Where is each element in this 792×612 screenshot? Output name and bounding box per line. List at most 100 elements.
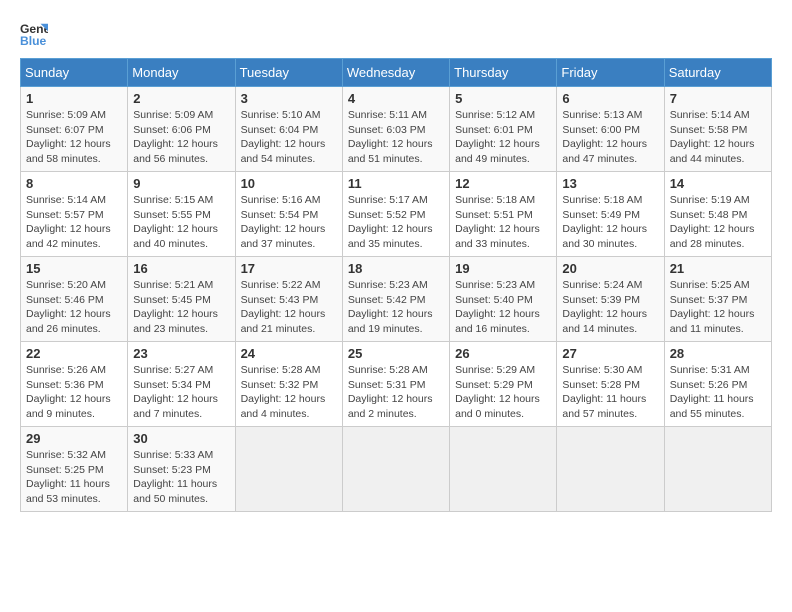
- day-info: Sunrise: 5:24 AM Sunset: 5:39 PM Dayligh…: [562, 278, 658, 337]
- day-cell-18: 18Sunrise: 5:23 AM Sunset: 5:42 PM Dayli…: [342, 257, 449, 342]
- day-info: Sunrise: 5:17 AM Sunset: 5:52 PM Dayligh…: [348, 193, 444, 252]
- day-cell-9: 9 Sunrise: 5:15 AM Sunset: 5:55 PM Daylig…: [128, 172, 235, 257]
- day-info: Sunrise: 5:28 AM Sunset: 5:32 PM Dayligh…: [241, 363, 337, 422]
- header-sunday: Sunday: [21, 59, 128, 87]
- day-cell-14: 14 Sunrise: 5:19 AM Sunset: 5:48 PM Dayli…: [664, 172, 771, 257]
- day-info: Sunrise: 5:21 AM Sunset: 5:45 PM Dayligh…: [133, 278, 229, 337]
- day-cell-7: 7 Sunrise: 5:14 AM Sunset: 5:58 PM Daylig…: [664, 87, 771, 172]
- day-number: 21: [670, 261, 766, 276]
- day-number: 6: [562, 91, 658, 106]
- day-info: Sunrise: 5:29 AM Sunset: 5:29 PM Dayligh…: [455, 363, 551, 422]
- day-info: Sunrise: 5:30 AM Sunset: 5:28 PM Dayligh…: [562, 363, 658, 422]
- calendar-week-5: 29 Sunrise: 5:32 AM Sunset: 5:25 PM Dayli…: [21, 427, 772, 512]
- day-info: Sunrise: 5:16 AM Sunset: 5:54 PM Dayligh…: [241, 193, 337, 252]
- header-thursday: Thursday: [450, 59, 557, 87]
- day-number: 5: [455, 91, 551, 106]
- calendar-week-2: 8Sunrise: 5:14 AM Sunset: 5:57 PM Daylig…: [21, 172, 772, 257]
- day-number: 26: [455, 346, 551, 361]
- day-info: Sunrise: 5:11 AM Sunset: 6:03 PM Dayligh…: [348, 108, 444, 167]
- day-cell-27: 27 Sunrise: 5:30 AM Sunset: 5:28 PM Dayli…: [557, 342, 664, 427]
- header-friday: Friday: [557, 59, 664, 87]
- day-info: Sunrise: 5:26 AM Sunset: 5:36 PM Dayligh…: [26, 363, 122, 422]
- calendar-week-4: 22Sunrise: 5:26 AM Sunset: 5:36 PM Dayli…: [21, 342, 772, 427]
- day-cell-29: 29 Sunrise: 5:32 AM Sunset: 5:25 PM Dayli…: [21, 427, 128, 512]
- calendar-table: SundayMondayTuesdayWednesdayThursdayFrid…: [20, 58, 772, 512]
- empty-cell: [664, 427, 771, 512]
- day-info: Sunrise: 5:20 AM Sunset: 5:46 PM Dayligh…: [26, 278, 122, 337]
- logo: General Blue: [20, 20, 52, 48]
- day-info: Sunrise: 5:28 AM Sunset: 5:31 PM Dayligh…: [348, 363, 444, 422]
- day-info: Sunrise: 5:14 AM Sunset: 5:58 PM Dayligh…: [670, 108, 766, 167]
- day-number: 10: [241, 176, 337, 191]
- day-number: 16: [133, 261, 229, 276]
- day-info: Sunrise: 5:18 AM Sunset: 5:49 PM Dayligh…: [562, 193, 658, 252]
- day-number: 1: [26, 91, 122, 106]
- day-cell-2: 2Sunrise: 5:09 AM Sunset: 6:06 PM Daylig…: [128, 87, 235, 172]
- logo-icon: General Blue: [20, 20, 48, 48]
- header-saturday: Saturday: [664, 59, 771, 87]
- day-info: Sunrise: 5:33 AM Sunset: 5:23 PM Dayligh…: [133, 448, 229, 507]
- day-number: 27: [562, 346, 658, 361]
- day-info: Sunrise: 5:25 AM Sunset: 5:37 PM Dayligh…: [670, 278, 766, 337]
- day-cell-8: 8Sunrise: 5:14 AM Sunset: 5:57 PM Daylig…: [21, 172, 128, 257]
- empty-cell: [450, 427, 557, 512]
- calendar-week-3: 15Sunrise: 5:20 AM Sunset: 5:46 PM Dayli…: [21, 257, 772, 342]
- day-cell-30: 30Sunrise: 5:33 AM Sunset: 5:23 PM Dayli…: [128, 427, 235, 512]
- day-cell-19: 19 Sunrise: 5:23 AM Sunset: 5:40 PM Dayli…: [450, 257, 557, 342]
- day-cell-25: 25 Sunrise: 5:28 AM Sunset: 5:31 PM Dayli…: [342, 342, 449, 427]
- day-number: 11: [348, 176, 444, 191]
- empty-cell: [235, 427, 342, 512]
- day-number: 9: [133, 176, 229, 191]
- day-number: 13: [562, 176, 658, 191]
- calendar-header-row: SundayMondayTuesdayWednesdayThursdayFrid…: [21, 59, 772, 87]
- day-info: Sunrise: 5:15 AM Sunset: 5:55 PM Dayligh…: [133, 193, 229, 252]
- day-info: Sunrise: 5:22 AM Sunset: 5:43 PM Dayligh…: [241, 278, 337, 337]
- day-cell-24: 24 Sunrise: 5:28 AM Sunset: 5:32 PM Dayli…: [235, 342, 342, 427]
- day-info: Sunrise: 5:12 AM Sunset: 6:01 PM Dayligh…: [455, 108, 551, 167]
- day-number: 18: [348, 261, 444, 276]
- calendar-week-1: 1 Sunrise: 5:09 AM Sunset: 6:07 PM Daylig…: [21, 87, 772, 172]
- page-header: General Blue: [20, 20, 772, 48]
- day-number: 3: [241, 91, 337, 106]
- day-number: 25: [348, 346, 444, 361]
- day-cell-23: 23 Sunrise: 5:27 AM Sunset: 5:34 PM Dayli…: [128, 342, 235, 427]
- day-number: 23: [133, 346, 229, 361]
- day-number: 14: [670, 176, 766, 191]
- day-cell-5: 5 Sunrise: 5:12 AM Sunset: 6:01 PM Daylig…: [450, 87, 557, 172]
- day-info: Sunrise: 5:18 AM Sunset: 5:51 PM Dayligh…: [455, 193, 551, 252]
- day-number: 20: [562, 261, 658, 276]
- day-cell-17: 17 Sunrise: 5:22 AM Sunset: 5:43 PM Dayli…: [235, 257, 342, 342]
- day-info: Sunrise: 5:27 AM Sunset: 5:34 PM Dayligh…: [133, 363, 229, 422]
- day-cell-11: 11 Sunrise: 5:17 AM Sunset: 5:52 PM Dayli…: [342, 172, 449, 257]
- day-number: 24: [241, 346, 337, 361]
- header-tuesday: Tuesday: [235, 59, 342, 87]
- day-info: Sunrise: 5:31 AM Sunset: 5:26 PM Dayligh…: [670, 363, 766, 422]
- day-info: Sunrise: 5:32 AM Sunset: 5:25 PM Dayligh…: [26, 448, 122, 507]
- day-cell-16: 16 Sunrise: 5:21 AM Sunset: 5:45 PM Dayli…: [128, 257, 235, 342]
- day-info: Sunrise: 5:09 AM Sunset: 6:06 PM Dayligh…: [133, 108, 229, 167]
- day-number: 4: [348, 91, 444, 106]
- day-cell-10: 10 Sunrise: 5:16 AM Sunset: 5:54 PM Dayli…: [235, 172, 342, 257]
- day-cell-13: 13 Sunrise: 5:18 AM Sunset: 5:49 PM Dayli…: [557, 172, 664, 257]
- day-cell-20: 20 Sunrise: 5:24 AM Sunset: 5:39 PM Dayli…: [557, 257, 664, 342]
- day-number: 7: [670, 91, 766, 106]
- day-info: Sunrise: 5:19 AM Sunset: 5:48 PM Dayligh…: [670, 193, 766, 252]
- day-cell-6: 6 Sunrise: 5:13 AM Sunset: 6:00 PM Daylig…: [557, 87, 664, 172]
- empty-cell: [342, 427, 449, 512]
- day-info: Sunrise: 5:10 AM Sunset: 6:04 PM Dayligh…: [241, 108, 337, 167]
- day-cell-21: 21 Sunrise: 5:25 AM Sunset: 5:37 PM Dayli…: [664, 257, 771, 342]
- day-cell-22: 22Sunrise: 5:26 AM Sunset: 5:36 PM Dayli…: [21, 342, 128, 427]
- day-info: Sunrise: 5:09 AM Sunset: 6:07 PM Dayligh…: [26, 108, 122, 167]
- day-number: 12: [455, 176, 551, 191]
- day-info: Sunrise: 5:23 AM Sunset: 5:40 PM Dayligh…: [455, 278, 551, 337]
- day-info: Sunrise: 5:13 AM Sunset: 6:00 PM Dayligh…: [562, 108, 658, 167]
- day-cell-3: 3 Sunrise: 5:10 AM Sunset: 6:04 PM Daylig…: [235, 87, 342, 172]
- day-number: 29: [26, 431, 122, 446]
- day-cell-28: 28Sunrise: 5:31 AM Sunset: 5:26 PM Dayli…: [664, 342, 771, 427]
- day-number: 19: [455, 261, 551, 276]
- day-cell-12: 12 Sunrise: 5:18 AM Sunset: 5:51 PM Dayli…: [450, 172, 557, 257]
- day-cell-26: 26 Sunrise: 5:29 AM Sunset: 5:29 PM Dayli…: [450, 342, 557, 427]
- day-cell-15: 15Sunrise: 5:20 AM Sunset: 5:46 PM Dayli…: [21, 257, 128, 342]
- day-number: 17: [241, 261, 337, 276]
- day-number: 8: [26, 176, 122, 191]
